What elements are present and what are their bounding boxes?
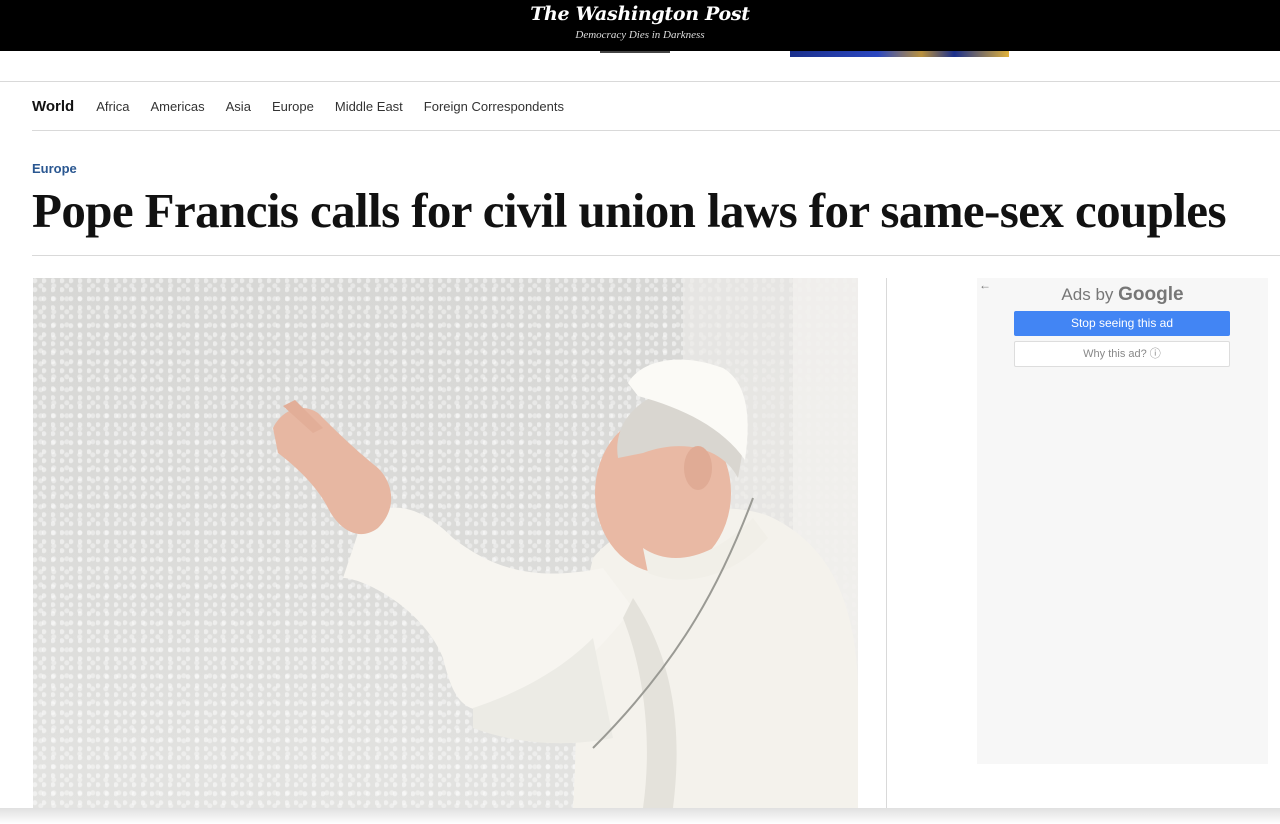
stop-seeing-ad-button[interactable]: Stop seeing this ad [1014, 311, 1230, 336]
masthead: The Washington Post Democracy Dies in Da… [0, 0, 1280, 51]
why-this-ad-button[interactable]: Why this ad? ⓘ [1014, 341, 1230, 367]
section-nav-middle-east[interactable]: Middle East [335, 99, 403, 114]
ads-by-prefix: Ads by [1061, 285, 1119, 304]
ads-by-google-label: Ads by Google [977, 284, 1268, 306]
lead-photo [33, 278, 858, 808]
section-nav-africa[interactable]: Africa [96, 99, 129, 114]
section-nav-americas[interactable]: Americas [150, 99, 204, 114]
article-kicker[interactable]: Europe [32, 161, 77, 176]
section-nav-asia[interactable]: Asia [226, 99, 251, 114]
section-nav-europe[interactable]: Europe [272, 99, 314, 114]
site-logo[interactable]: The Washington Post [0, 3, 1280, 25]
divider [32, 255, 1280, 256]
site-tagline: Democracy Dies in Darkness [575, 29, 705, 41]
section-nav-world[interactable]: World [32, 98, 74, 115]
google-logo: Google [1118, 284, 1184, 305]
section-nav: World Africa Americas Asia Europe Middle… [32, 96, 585, 116]
section-nav-foreign-correspondents[interactable]: Foreign Correspondents [424, 99, 564, 114]
column-divider [886, 278, 887, 808]
top-ad-banner[interactable] [790, 51, 1009, 57]
ad-panel: ← Ads by Google Stop seeing this ad Why … [977, 278, 1268, 764]
divider [32, 130, 1280, 131]
pope-illustration [273, 278, 858, 808]
ad-strip-fragment [600, 51, 670, 53]
article-headline: Pope Francis calls for civil union laws … [32, 183, 1227, 238]
page-fold-shadow [0, 808, 1280, 824]
divider [0, 81, 1280, 82]
